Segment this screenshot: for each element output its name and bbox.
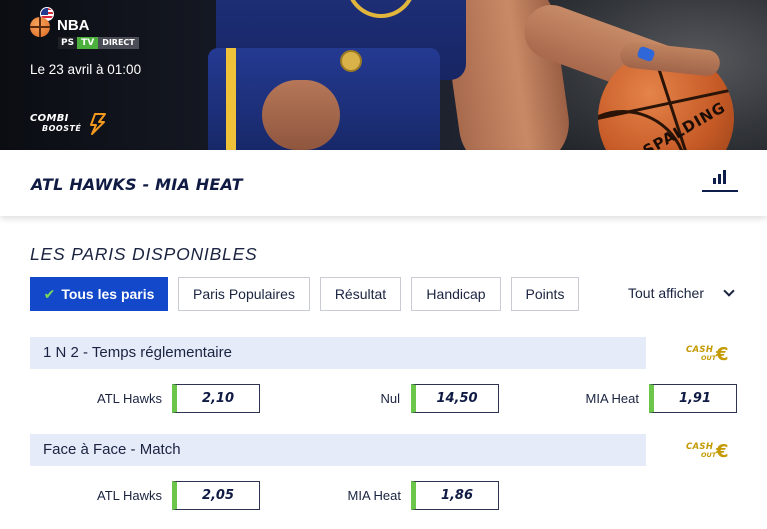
combi-text: COMBI	[30, 113, 69, 124]
channel-ps: PS	[58, 37, 78, 49]
player-hand	[262, 80, 340, 150]
selection-label: Nul	[380, 391, 400, 406]
filter-tous-les-paris[interactable]: ✔ Tous les paris	[30, 277, 168, 311]
check-icon: ✔	[43, 286, 56, 302]
bar-chart-icon	[713, 178, 716, 184]
chevron-down-icon	[723, 285, 735, 297]
show-all-dropdown[interactable]: Tout afficher	[628, 285, 735, 301]
euro-icon: €	[716, 441, 729, 462]
lightning-bolt-icon	[90, 113, 106, 135]
odd-button[interactable]: 2,10	[172, 384, 260, 413]
market-title: 1 N 2 - Temps réglementaire	[43, 344, 232, 361]
selection-label: MIA Heat	[585, 391, 639, 406]
filter-label: Points	[525, 286, 565, 302]
shorts-logo	[340, 50, 362, 72]
selection-label: MIA Heat	[347, 488, 401, 503]
odd-button[interactable]: 1,91	[649, 384, 737, 413]
shorts-stripe	[226, 48, 236, 150]
filter-handicap[interactable]: Handicap	[411, 277, 501, 311]
cashout-badge: CASH OUT €	[686, 441, 738, 465]
match-title: ATL HAWKS - MIA HEAT	[31, 175, 243, 194]
odd-button[interactable]: 2,05	[172, 481, 260, 510]
channel-tv: TV	[77, 37, 99, 49]
filter-resultat[interactable]: Résultat	[320, 277, 401, 311]
basketball-icon	[30, 17, 50, 37]
market-header[interactable]: 1 N 2 - Temps réglementaire	[30, 337, 646, 369]
filter-paris-populaires[interactable]: Paris Populaires	[178, 277, 310, 311]
cashout-subtext: OUT	[701, 354, 717, 362]
market-header[interactable]: Face à Face - Match	[30, 434, 646, 466]
stats-button[interactable]	[702, 164, 738, 192]
filter-points[interactable]: Points	[511, 277, 579, 311]
selection-label: ATL Hawks	[96, 391, 162, 406]
odd-button[interactable]: 1,86	[411, 481, 499, 510]
market-title: Face à Face - Match	[43, 441, 181, 458]
show-all-label: Tout afficher	[628, 285, 705, 301]
odd-button[interactable]: 14,50	[411, 384, 499, 413]
euro-icon: €	[716, 344, 729, 365]
cashout-subtext: OUT	[701, 451, 717, 459]
match-date: Le 23 avril à 01:00	[30, 62, 142, 77]
combi-booste-logo: COMBI BOOSTÉ	[30, 113, 110, 137]
booste-text: BOOSTÉ	[42, 124, 82, 133]
filter-label: Résultat	[334, 286, 387, 302]
cashout-badge: CASH OUT €	[686, 344, 738, 368]
selection-label: ATL Hawks	[96, 488, 162, 503]
filter-label: Handicap	[426, 286, 486, 302]
match-header: ATL HAWKS - MIA HEAT	[0, 150, 767, 216]
filter-label: Tous les paris	[61, 286, 155, 302]
filter-label: Paris Populaires	[193, 286, 295, 302]
channel-direct: DIRECT	[98, 37, 139, 49]
section-title: LES PARIS DISPONIBLES	[30, 244, 258, 264]
hero-banner: SPALDING NBA PS TV DIRECT Le 23 avril à …	[0, 0, 767, 150]
league-name: NBA	[57, 17, 90, 34]
tv-channel-badge: PS TV DIRECT	[58, 37, 139, 49]
